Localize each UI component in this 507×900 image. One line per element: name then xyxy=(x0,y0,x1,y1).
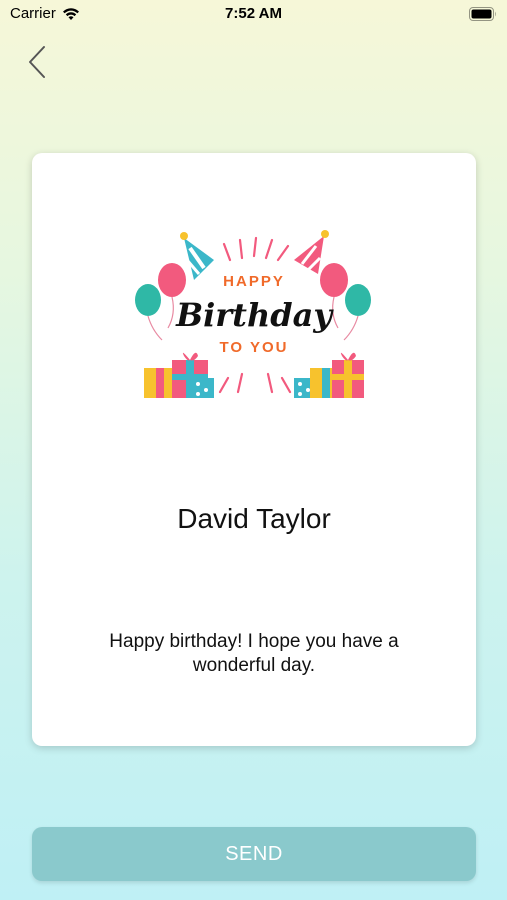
status-time: 7:52 AM xyxy=(225,5,282,22)
battery-icon xyxy=(469,7,496,21)
to-you-text: TO YOU xyxy=(220,339,289,356)
send-button[interactable]: SEND xyxy=(32,827,476,881)
burst-rays-bottom xyxy=(218,372,292,394)
greeting-card: HAPPY Birthday TO YOU David Taylor Happy… xyxy=(32,153,476,746)
party-hat-right-icon xyxy=(294,230,329,274)
chevron-left-icon xyxy=(29,46,45,78)
greeting-message: Happy birthday! I hope you have a wonder… xyxy=(109,631,399,676)
happy-birthday-illustration: HAPPY Birthday TO YOU xyxy=(135,230,371,398)
gift-boxes-right-icon xyxy=(294,352,364,398)
back-button[interactable] xyxy=(22,42,52,82)
party-hat-left-icon xyxy=(180,232,214,280)
burst-rays-top xyxy=(222,236,290,262)
birthday-text: Birthday xyxy=(175,296,334,334)
status-bar: Carrier 7:52 AM xyxy=(0,0,507,30)
recipient-name: David Taylor xyxy=(177,503,331,534)
gift-boxes-left-icon xyxy=(144,352,214,398)
happy-text: HAPPY xyxy=(223,273,285,290)
